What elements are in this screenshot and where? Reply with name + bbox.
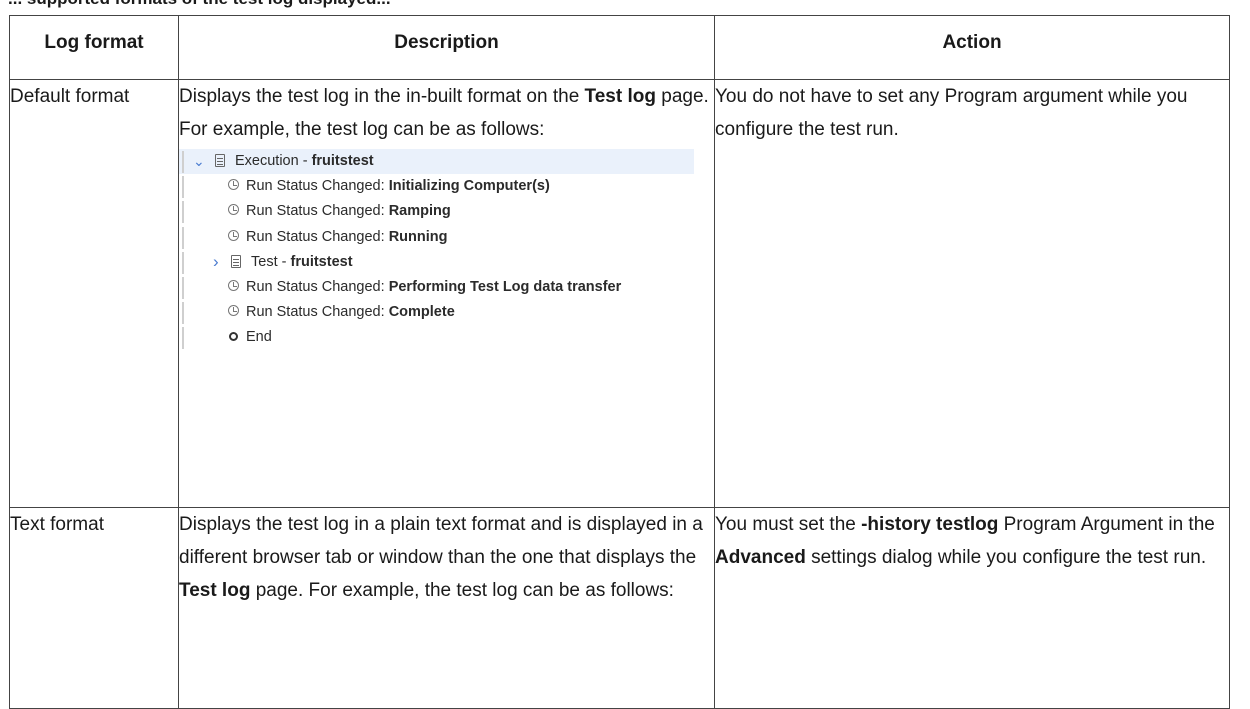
log-prefix: Test - — [251, 253, 291, 270]
tree-guide — [182, 276, 184, 299]
clock-icon — [228, 179, 239, 191]
description-bold-part: Test log — [584, 86, 656, 107]
log-prefix: Execution - — [235, 153, 312, 169]
table-row: Text format Displays the test log in a p… — [9, 507, 1230, 709]
log-text: Run Status Changed: Ramping — [246, 199, 451, 224]
log-value: Ramping — [388, 203, 451, 220]
log-line-status[interactable]: Run Status Changed: Complete — [179, 300, 694, 325]
tree-guide — [182, 251, 184, 274]
chevron-down-icon[interactable]: ⌄ — [193, 149, 205, 174]
description-text-part: Displays the test log in a plain text fo… — [179, 514, 703, 568]
chevron-right-icon[interactable]: › — [213, 249, 219, 274]
log-text: Run Status Changed: Initializing Compute… — [246, 174, 550, 199]
tree-guide — [182, 201, 184, 224]
log-line-status[interactable]: Run Status Changed: Running — [179, 225, 694, 250]
action-bold-part: Advanced — [715, 547, 806, 568]
log-value: Running — [388, 228, 448, 245]
header-action: Action — [714, 15, 1230, 80]
log-value: Performing Test Log data transfer — [388, 278, 622, 295]
table-header-row: Log format Description Action — [9, 15, 1230, 80]
log-line-end[interactable]: End — [179, 325, 694, 350]
document-icon — [231, 254, 241, 268]
log-line-status[interactable]: Run Status Changed: Initializing Compute… — [179, 174, 694, 199]
cell-format: Default format — [9, 79, 179, 508]
log-prefix: Run Status Changed: — [246, 203, 389, 220]
action-bold-part: -history testlog — [861, 514, 999, 535]
log-text: Test - fruitstest — [251, 250, 353, 275]
log-line-test[interactable]: › Test - fruitstest — [179, 250, 694, 275]
log-value: Complete — [388, 304, 455, 321]
cell-description: Displays the test log in a plain text fo… — [178, 507, 715, 709]
test-log-tree: ⌄ Execution - fruitstest Run Status Chan… — [179, 149, 694, 351]
table-row: Default format Displays the test log in … — [9, 79, 1230, 508]
cell-description: Displays the test log in the in-built fo… — [178, 79, 715, 508]
clock-icon — [228, 204, 239, 216]
description-text: Displays the test log in a plain text fo… — [179, 508, 714, 607]
tree-guide — [182, 151, 184, 173]
clock-icon — [228, 229, 239, 241]
log-prefix: Run Status Changed: — [246, 178, 389, 195]
cell-action: You must set the -history testlog Progra… — [714, 507, 1230, 709]
description-text-part: Displays the test log in the in-built fo… — [179, 86, 585, 107]
action-text: You do not have to set any Program argum… — [715, 86, 1188, 140]
cell-action: You do not have to set any Program argum… — [714, 79, 1230, 508]
description-bold-part: Test log — [179, 580, 251, 601]
tree-guide — [182, 226, 184, 249]
description-text-part: page. For example, the test log can be a… — [250, 580, 674, 601]
clock-icon — [228, 305, 239, 317]
cell-format: Text format — [9, 507, 179, 709]
log-text: Run Status Changed: Running — [246, 225, 447, 250]
log-prefix: Run Status Changed: — [246, 278, 389, 295]
log-line-status[interactable]: Run Status Changed: Performing Test Log … — [179, 275, 694, 300]
log-text: End — [246, 329, 272, 346]
log-prefix: Run Status Changed: — [246, 228, 389, 245]
log-line-status[interactable]: Run Status Changed: Ramping — [179, 199, 694, 224]
log-text: Run Status Changed: Performing Test Log … — [246, 275, 621, 300]
clock-icon — [228, 279, 239, 291]
tree-guide — [182, 176, 184, 199]
log-prefix: Run Status Changed: — [246, 304, 389, 321]
tree-guide — [182, 327, 184, 350]
log-text: Execution - fruitstest — [235, 149, 374, 174]
log-value: fruitstest — [290, 253, 353, 270]
log-text: Run Status Changed: Complete — [246, 300, 455, 325]
action-text-part: Program Argu­ment in the — [998, 514, 1215, 535]
header-description: Description — [178, 15, 715, 80]
document-icon — [215, 154, 225, 167]
log-value: fruitstest — [311, 153, 374, 169]
header-log-format: Log format — [9, 15, 179, 80]
tree-guide — [182, 302, 184, 325]
log-value: Initializing Computer(s) — [388, 178, 550, 195]
log-formats-table: Log format Description Action Default fo… — [9, 15, 1230, 709]
action-text: You must set the -history testlog Progra… — [715, 508, 1229, 574]
description-text: Displays the test log in the in-built fo… — [179, 80, 714, 146]
log-line-execution[interactable]: ⌄ Execution - fruitstest — [179, 149, 694, 175]
action-text-part: You must set the — [715, 514, 862, 535]
table-caption: ... supported formats of the test log di… — [8, 0, 391, 10]
end-circle-icon — [229, 332, 238, 342]
action-text-part: settings dialog while you configure the … — [805, 547, 1207, 568]
